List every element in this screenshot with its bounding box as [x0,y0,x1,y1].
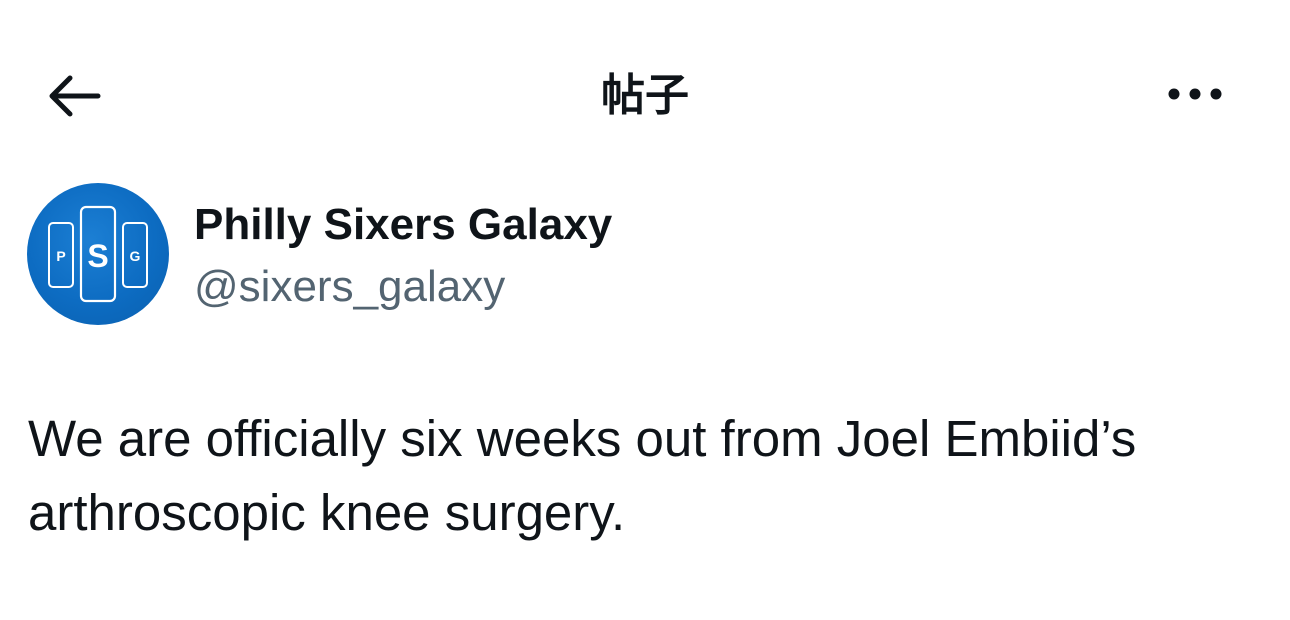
post-body-text: We are officially six weeks out from Joe… [28,410,1151,541]
more-horizontal-icon [1165,87,1225,106]
author-handle[interactable]: @sixers_galaxy [194,259,505,315]
avatar-letter-p: P [56,248,65,264]
page-title: 帖子 [601,70,689,121]
post-author: P S G Philly Sixers Galaxy @sixers_galax… [27,183,1267,327]
avatar-letter-g: G [130,248,141,264]
author-display-name[interactable]: Philly Sixers Galaxy [194,197,612,253]
avatar[interactable]: P S G [27,183,169,325]
avatar-letter-s: S [87,238,108,274]
more-options-button[interactable] [1160,70,1230,122]
top-bar: 帖子 [0,0,1290,190]
